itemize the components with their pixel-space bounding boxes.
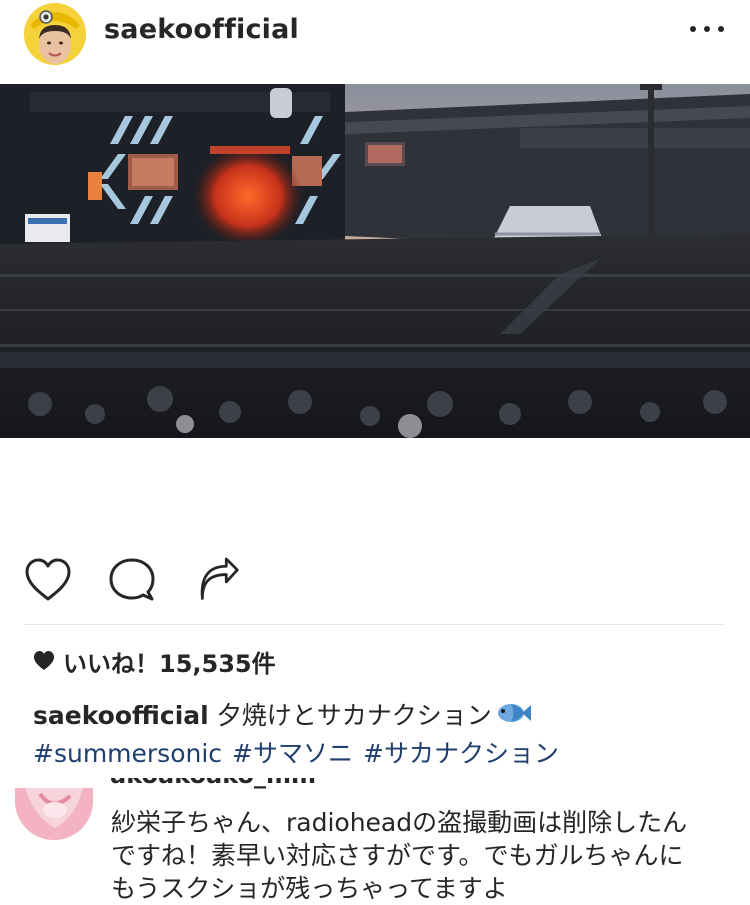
hashtag-link[interactable]: #サマソニ	[232, 739, 353, 768]
comment-username[interactable]: akoakoako_mm	[110, 778, 316, 792]
divider	[24, 624, 724, 625]
share-arrow-icon[interactable]	[190, 552, 246, 608]
post-username[interactable]: saekoofficial	[104, 14, 299, 45]
hashtags: #summersonic #サマソニ #サカナクション	[33, 737, 569, 771]
comment-line: もうスクショが残っちゃってますよ	[111, 874, 508, 903]
comment-username-text: akoakoako_mm	[110, 778, 316, 787]
avatar[interactable]	[24, 3, 86, 65]
comment-line: 紗栄子ちゃん、radioheadの盗撮動画は削除したん	[111, 808, 688, 837]
more-horizontal-icon[interactable]	[690, 14, 724, 44]
hashtag-link[interactable]: #サカナクション	[363, 739, 559, 768]
hashtag-link[interactable]: #summersonic	[33, 739, 222, 768]
more-dot	[718, 26, 724, 32]
comment-bubble-icon[interactable]	[104, 552, 160, 608]
more-dot	[690, 26, 696, 32]
likes-text: いいね！15,535件	[63, 649, 276, 678]
heart-outline-icon[interactable]	[20, 552, 76, 608]
more-dot	[704, 26, 710, 32]
caption-text: 夕焼けとサカナクション	[216, 701, 492, 730]
post-photo[interactable]	[0, 84, 750, 438]
comment-avatar[interactable]	[15, 788, 93, 840]
fish-emoji	[496, 700, 532, 735]
action-bar	[0, 552, 750, 612]
caption: saekoofficial 夕焼けとサカナクション	[33, 699, 532, 735]
likes-count[interactable]: いいね！15,535件	[33, 645, 276, 678]
concert-photo-illustration	[0, 84, 750, 438]
post-header: saekoofficial	[0, 0, 750, 84]
heart-filled-icon	[34, 651, 54, 670]
caption-username[interactable]: saekoofficial	[33, 701, 209, 730]
comment-line: ですね！素早い対応さすがです。でもガルちゃんに	[111, 841, 684, 870]
comment-text: 紗栄子ちゃん、radioheadの盗撮動画は削除したん ですね！素早い対応さすが…	[111, 806, 731, 905]
